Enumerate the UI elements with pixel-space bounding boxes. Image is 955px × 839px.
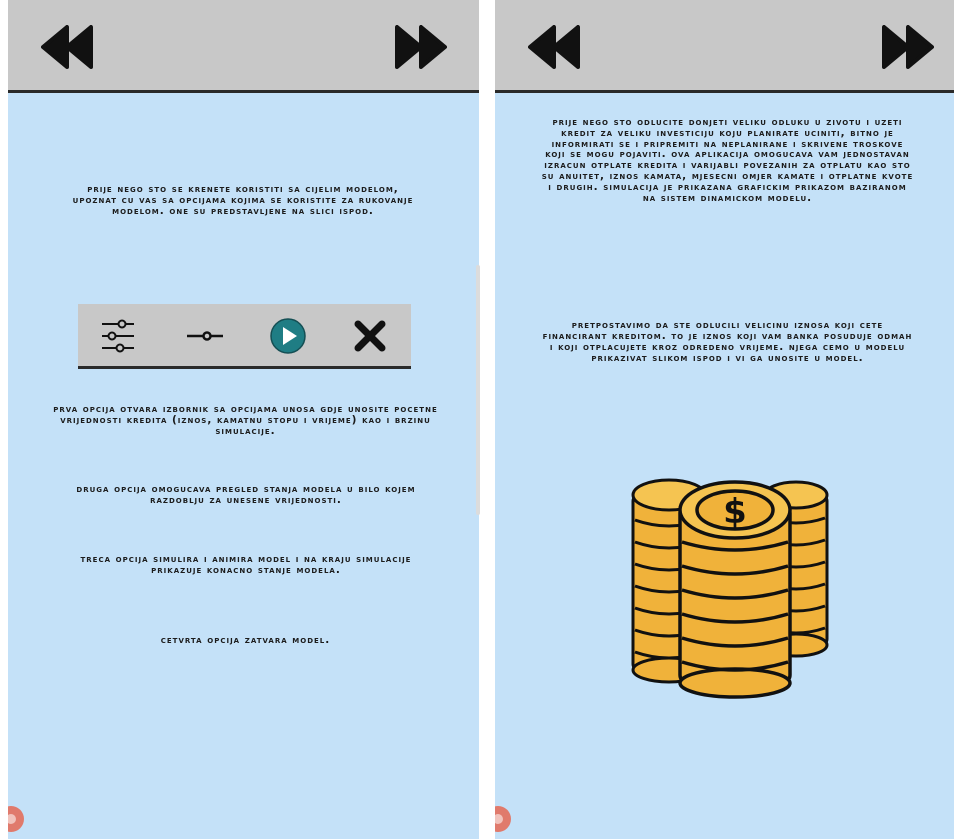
dollar-sign: $ <box>723 492 747 532</box>
option4-text: Cetvrta opcija zatvara model. <box>160 634 331 646</box>
scrollbar[interactable] <box>476 265 480 515</box>
intro-text: Prije nego sto se krenete koristiti sa c… <box>72 183 414 217</box>
info-paragraph-1: Prije nego sto odlucite donjeti veliku o… <box>541 116 914 204</box>
options-toolbar-illustration <box>78 304 411 369</box>
close-icon <box>348 314 392 358</box>
sliders-icon <box>96 314 140 358</box>
fast-forward-icon <box>882 25 934 69</box>
floating-action-button[interactable] <box>8 806 24 832</box>
info-paragraph-2: Pretpostavimo da ste odlucili velicinu i… <box>542 319 913 364</box>
coin-stack-illustration: $ <box>631 478 829 699</box>
left-screen: Prije nego sto se krenete koristiti sa c… <box>8 0 479 839</box>
option2-text: Druga opcija omogucava pregled stanja mo… <box>76 483 416 506</box>
rewind-icon <box>41 25 93 69</box>
option1-text: Prva opcija otvara izbornik sa opcijama … <box>53 403 438 437</box>
rewind-icon <box>528 25 580 69</box>
back-button[interactable] <box>528 25 582 69</box>
floating-action-button[interactable] <box>495 806 511 832</box>
forward-button[interactable] <box>880 25 934 69</box>
top-navigation-bar <box>495 0 954 93</box>
back-button[interactable] <box>41 25 95 69</box>
play-icon <box>266 314 310 358</box>
fast-forward-icon <box>395 25 447 69</box>
right-screen: Prije nego sto odlucite donjeti veliku o… <box>495 0 954 839</box>
forward-button[interactable] <box>393 25 447 69</box>
option3-text: Treca opcija simulira i animira model i … <box>80 553 412 576</box>
top-navigation-bar <box>8 0 479 93</box>
single-slider-icon <box>183 314 227 358</box>
